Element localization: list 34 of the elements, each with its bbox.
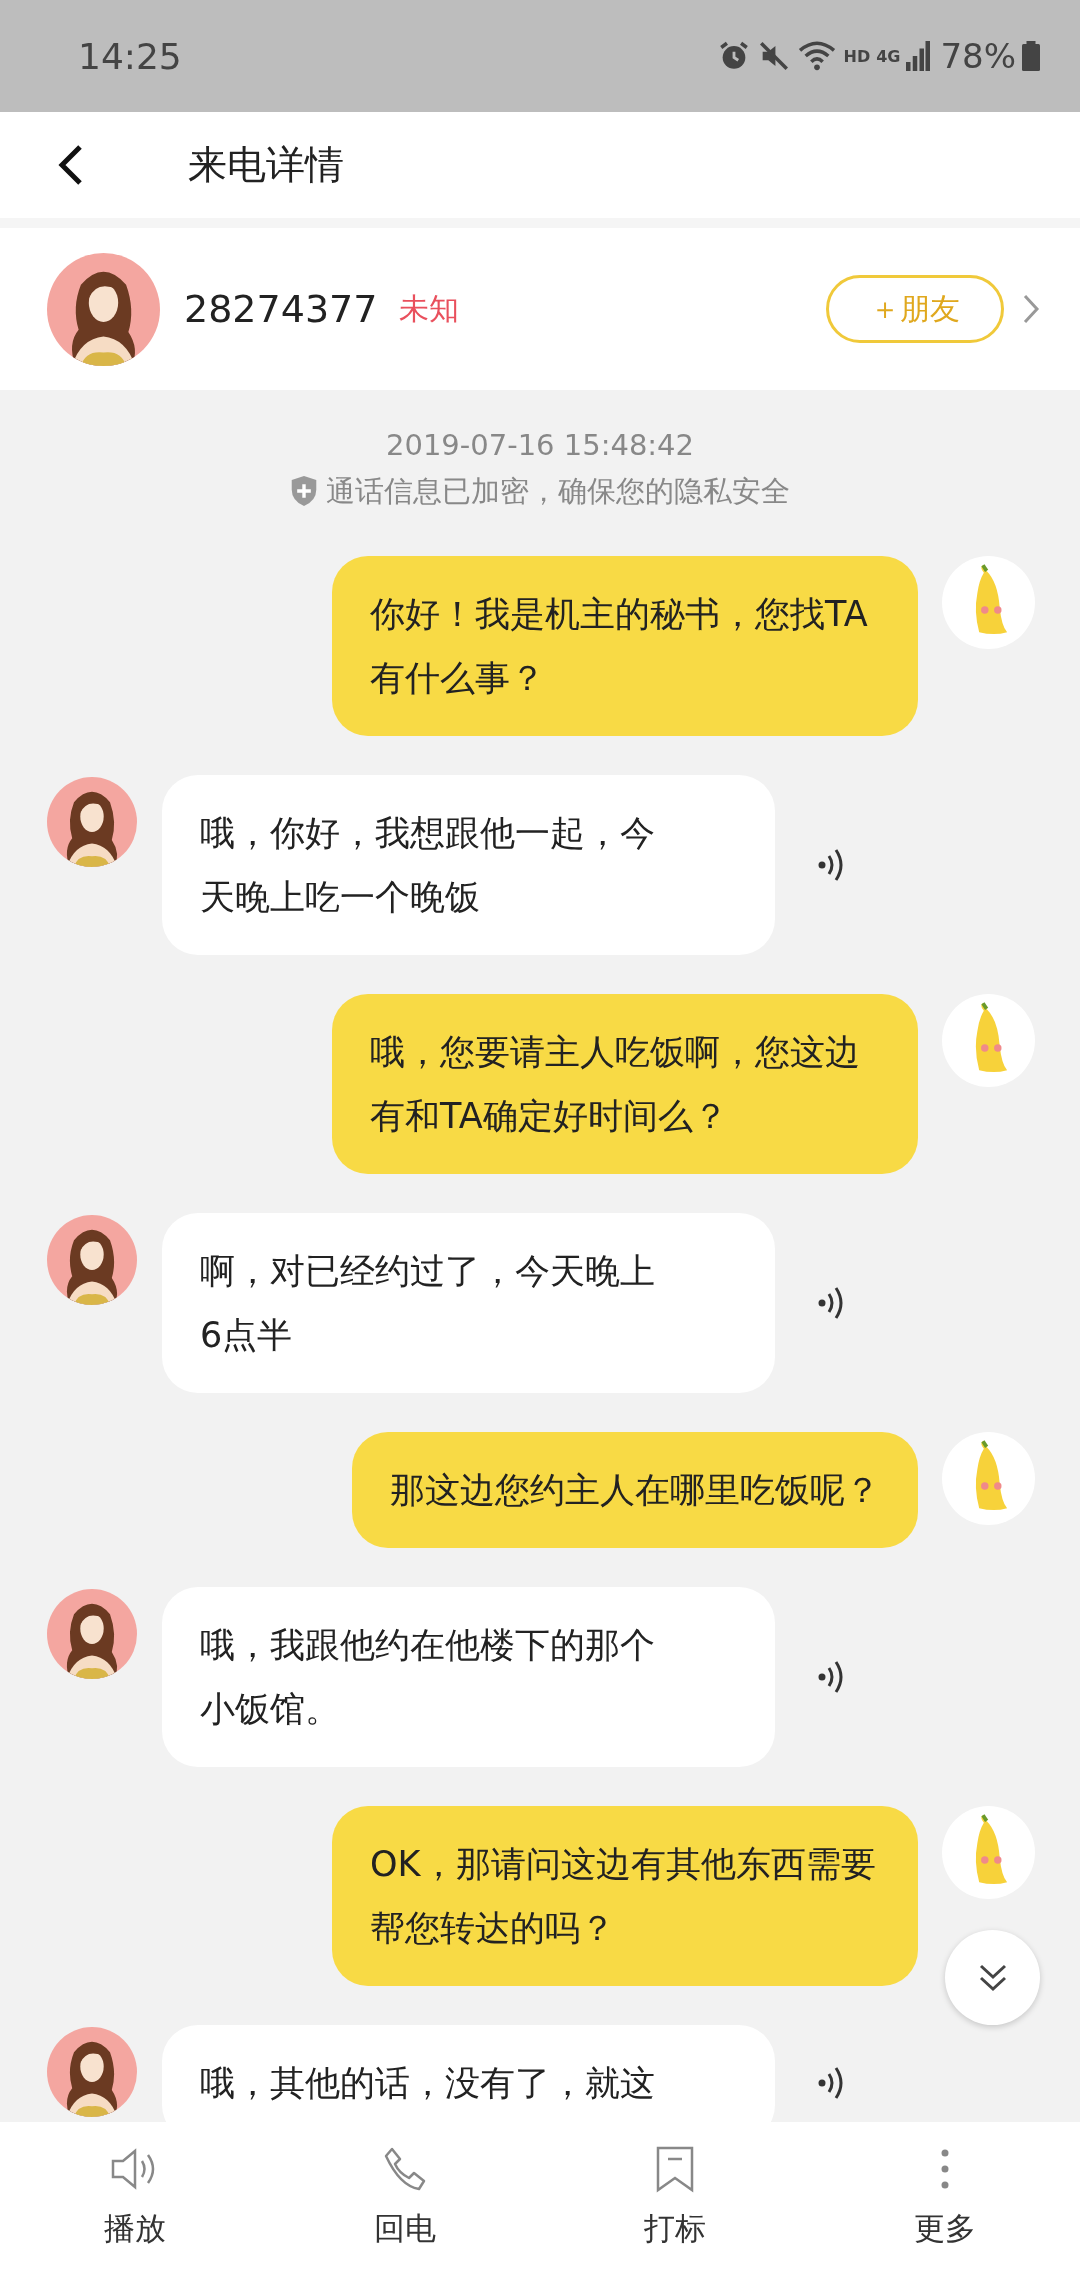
chevron-right-icon[interactable]	[1022, 293, 1040, 325]
battery-percent: 78%	[940, 36, 1016, 76]
message-bubble: 哦，您要请主人吃饭啊，您这边有和TA确定好时间么？	[332, 994, 918, 1174]
message-bubble: 哦，其他的话，没有了，就这	[162, 2025, 775, 2122]
bookmark-icon	[655, 2145, 695, 2193]
toolbar-button[interactable]: 更多	[810, 2122, 1080, 2272]
network-label: 4G	[876, 46, 901, 66]
privacy-notice: 通话信息已加密，确保您的隐私安全	[326, 473, 790, 510]
scroll-down-button[interactable]	[945, 1930, 1040, 2025]
toolbar-button[interactable]: 播放	[0, 2122, 270, 2272]
message-bubble: 哦，我跟他约在他楼下的那个小饭馆。	[162, 1587, 775, 1767]
signal-icon	[906, 41, 931, 71]
time: 14:25	[78, 35, 182, 77]
caller-tag: 未知	[399, 288, 460, 330]
banana-avatar-icon	[942, 1806, 1035, 1899]
message-bubble: 那这边您约主人在哪里吃饭呢？	[352, 1432, 918, 1548]
more-icon	[939, 2147, 951, 2191]
message-bubble: 你好！我是机主的秘书，您找TA有什么事？	[332, 556, 918, 736]
network-label: HD	[843, 46, 871, 66]
message-bubble: OK，那请问这边有其他东西需要帮您转达的吗？	[332, 1806, 918, 1986]
banana-avatar-icon	[942, 994, 1035, 1087]
page-title: 来电详情	[188, 141, 344, 189]
call-timestamp: 2019-07-16 15:48:42	[385, 427, 695, 464]
message-bubble: 啊，对已经约过了，今天晚上6点半	[162, 1213, 775, 1393]
phone-icon	[382, 2146, 428, 2192]
shield-icon	[290, 476, 318, 506]
banana-avatar-icon	[942, 1432, 1035, 1525]
wifi-icon	[797, 39, 838, 73]
banana-avatar-icon	[942, 556, 1035, 649]
toolbar-button[interactable]: 打标	[540, 2122, 810, 2272]
phone-number: 28274377	[184, 287, 378, 331]
battery-icon	[1022, 41, 1040, 71]
message-bubble: 哦，你好，我想跟他一起，今天晚上吃一个晚饭	[162, 775, 775, 955]
toolbar-button[interactable]: 回电	[270, 2122, 540, 2272]
